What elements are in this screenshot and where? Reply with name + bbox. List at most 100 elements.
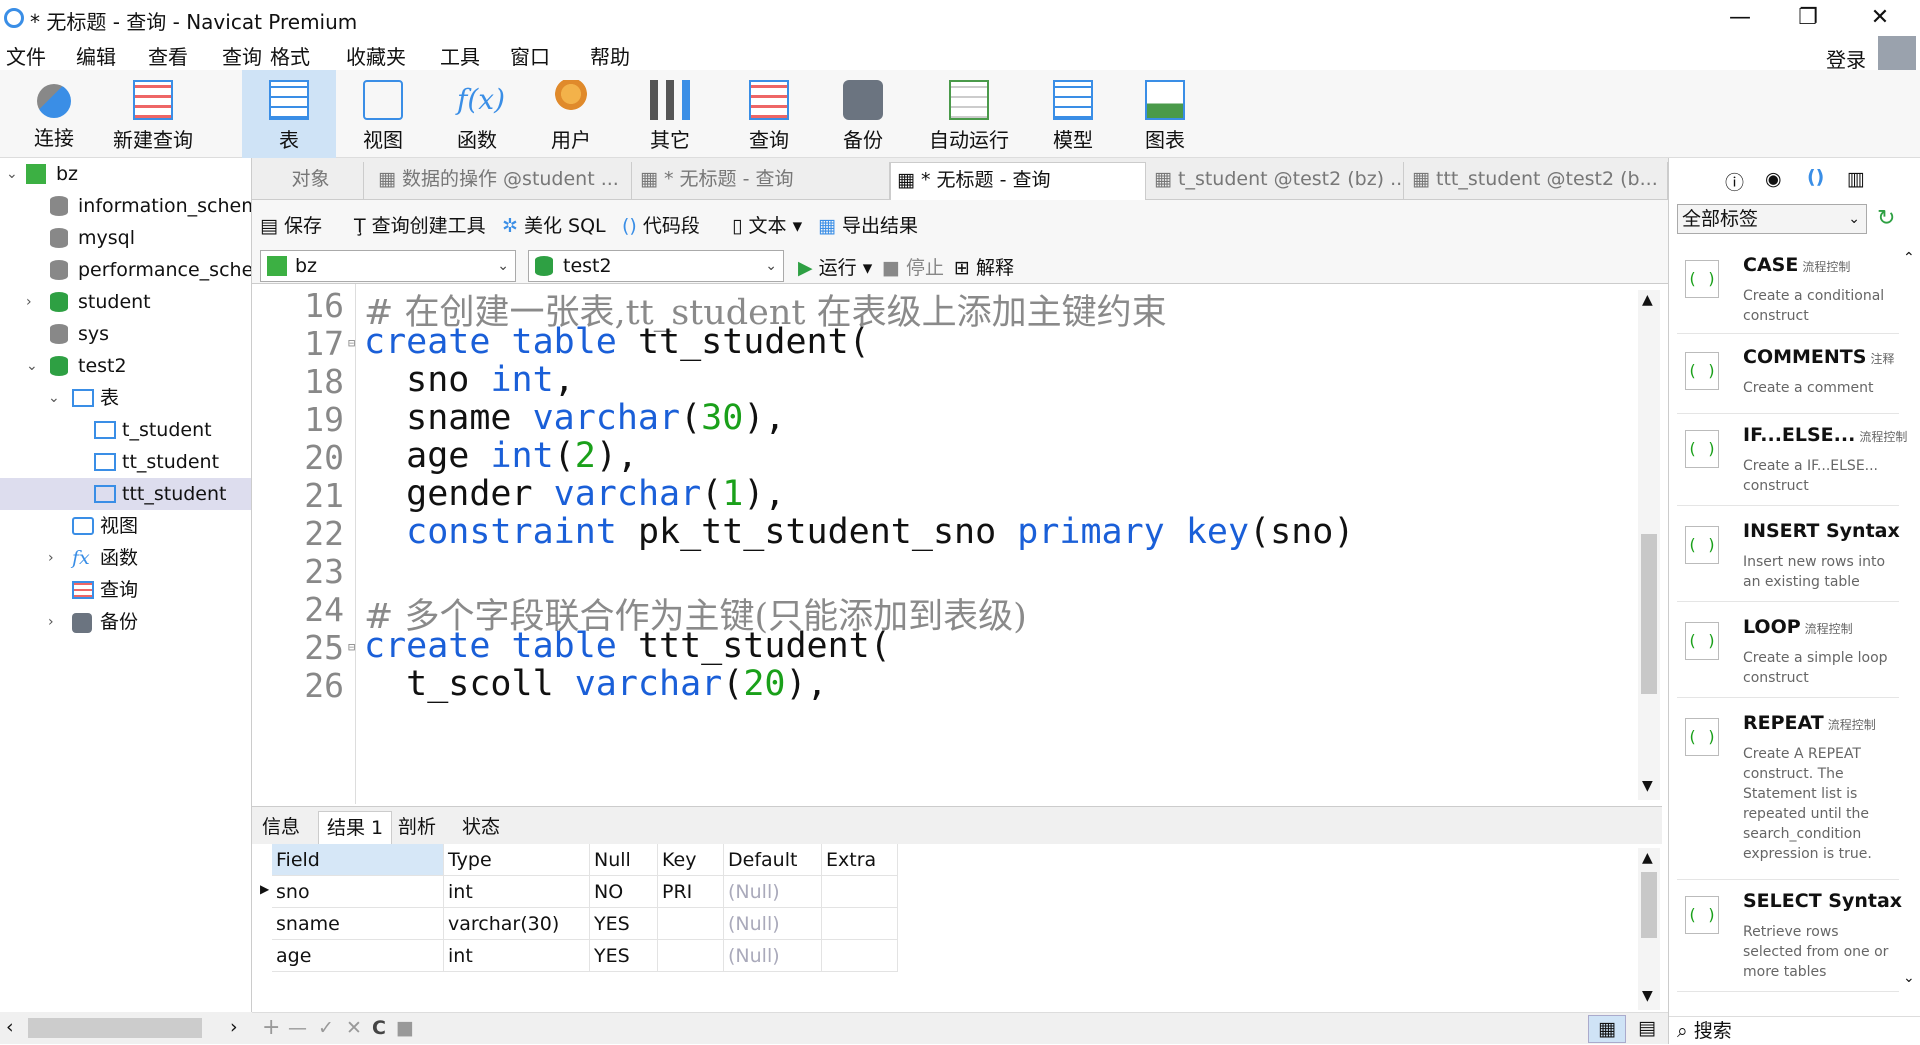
table-cell[interactable]: (Null) [724, 876, 822, 908]
scroll-thumb[interactable] [1641, 534, 1657, 694]
scroll-thumb[interactable] [1641, 872, 1657, 938]
table-cell[interactable]: int [444, 940, 590, 972]
scroll-down-icon[interactable]: ▼ [1642, 988, 1653, 1004]
view-button[interactable]: 视图 [346, 70, 420, 158]
snippet-loop[interactable]: ( ) LOOP 流程控制 Create a simple loop constr… [1677, 608, 1899, 698]
layout-icon[interactable]: ▥ [1847, 168, 1865, 190]
tree-node-views[interactable]: 视图 [0, 510, 251, 542]
stop-button[interactable]: ■ [396, 1017, 414, 1039]
menu-window[interactable]: 窗口 [510, 41, 550, 70]
tree-node-bz[interactable]: ⌄ bz [0, 158, 251, 190]
tab-ttt-student[interactable]: ▦ ttt_student @test2 (b... [1406, 162, 1668, 200]
model-button[interactable]: 模型 [1036, 70, 1110, 158]
tree-node-student[interactable]: › student [0, 286, 251, 318]
menu-help[interactable]: 帮助 [590, 41, 630, 70]
table-cell[interactable] [658, 940, 724, 972]
snippet-select[interactable]: ( ) SELECT Syntax Retrieve rows selected… [1677, 882, 1902, 992]
column-header-field[interactable]: Field [272, 844, 444, 876]
menu-edit[interactable]: 编辑 [76, 41, 116, 70]
column-header-type[interactable]: Type [444, 844, 590, 876]
delete-row-button[interactable]: — [288, 1017, 307, 1039]
snippet-repeat[interactable]: ( ) REPEAT 流程控制 Create A REPEAT construct… [1677, 704, 1899, 880]
table-cell[interactable] [822, 940, 898, 972]
snippet-if-else[interactable]: ( ) IF...ELSE... 流程控制 Create a IF...ELSE.… [1677, 416, 1907, 506]
query-builder-button[interactable]: Ţ 查询创建工具 [354, 211, 486, 238]
add-snippet-icon[interactable]: ↻ [1877, 206, 1895, 231]
tab-t-student[interactable]: ▦ t_student @test2 (bz) ... [1148, 162, 1404, 200]
column-header-key[interactable]: Key [658, 844, 724, 876]
menu-file[interactable]: 文件 [6, 41, 46, 70]
scroll-left-icon[interactable]: ‹ [6, 1016, 14, 1038]
table-cell[interactable]: YES [590, 940, 658, 972]
table-cell[interactable] [822, 876, 898, 908]
tree-node-tables[interactable]: ⌄ 表 [0, 382, 251, 414]
tab-result-1[interactable]: 结果 1 [318, 811, 393, 845]
table-button[interactable]: 表 [242, 70, 336, 158]
tree-node-performance-schema[interactable]: performance_sche [0, 254, 251, 286]
query-button[interactable]: 查询 [732, 70, 806, 158]
automation-button[interactable]: 自动运行 [916, 70, 1022, 158]
info-icon[interactable]: ⓘ [1725, 168, 1744, 195]
editor-scrollbar[interactable]: ▲ ▼ [1638, 290, 1660, 800]
result-grid[interactable]: Field Type Null Key Default Extra ▶ sno … [252, 844, 1662, 1012]
minimize-button[interactable]: — [1712, 2, 1768, 34]
snippet-insert[interactable]: ( ) INSERT Syntax Insert new rows into a… [1677, 512, 1900, 602]
stop-button[interactable]: ■ 停止 [882, 253, 944, 280]
scroll-up-icon[interactable]: ⌃ [1903, 250, 1915, 266]
grid-scrollbar[interactable]: ▲ ▼ [1638, 848, 1660, 1010]
table-cell[interactable]: PRI [658, 876, 724, 908]
table-cell[interactable] [822, 908, 898, 940]
snippet-case[interactable]: ( ) CASE 流程控制 Create a conditional constr… [1677, 246, 1899, 334]
connection-select[interactable]: bz ⌄ [260, 250, 516, 282]
menu-favorites[interactable]: 收藏夹 [346, 41, 406, 70]
table-cell[interactable]: (Null) [724, 908, 822, 940]
maximize-button[interactable]: ❐ [1780, 2, 1836, 34]
form-view-icon[interactable]: ▤ [1632, 1015, 1662, 1043]
table-cell[interactable]: age [272, 940, 444, 972]
table-cell[interactable]: sname [272, 908, 444, 940]
export-results-button[interactable]: ▦ 导出结果 [818, 211, 918, 238]
apply-button[interactable]: ✓ [318, 1017, 334, 1039]
chevron-down-icon[interactable]: ⌄ [6, 158, 20, 190]
tree-node-functions[interactable]: › fx 函数 [0, 542, 251, 574]
function-button[interactable]: f(x) 函数 [440, 70, 514, 158]
tree-scrollbar[interactable]: ‹ › [0, 1012, 252, 1044]
table-cell[interactable]: int [444, 876, 590, 908]
table-cell[interactable]: NO [590, 876, 658, 908]
tree-node-sys[interactable]: sys [0, 318, 251, 350]
text-button[interactable]: ▯ 文本 ▾ [732, 211, 802, 238]
tree-node-queries[interactable]: 查询 [0, 574, 251, 606]
tab-student-data[interactable]: ▦ 数据的操作 @student ... [372, 162, 632, 200]
tab-untitled-query-1[interactable]: ▦ * 无标题 - 查询 [634, 162, 890, 200]
tag-select[interactable]: 全部标签 ⌄ [1677, 204, 1867, 234]
menu-query[interactable]: 查询 [222, 41, 262, 70]
other-button[interactable]: 其它 [630, 70, 710, 158]
run-button[interactable]: ▶ 运行 ▾ [798, 253, 872, 280]
cancel-edit-button[interactable]: ✕ [346, 1017, 362, 1039]
scroll-up-icon[interactable]: ▲ [1642, 292, 1653, 308]
add-row-button[interactable]: + [262, 1015, 280, 1040]
connect-button[interactable]: 连接 [14, 70, 94, 158]
menu-view[interactable]: 查看 [148, 41, 188, 70]
table-cell[interactable]: (Null) [724, 940, 822, 972]
grid-view-icon[interactable]: ▦ [1588, 1015, 1626, 1043]
column-header-null[interactable]: Null [590, 844, 658, 876]
chart-button[interactable]: 图表 [1128, 70, 1202, 158]
tab-status[interactable]: 状态 [454, 811, 508, 845]
menu-tools[interactable]: 工具 [440, 41, 480, 70]
scroll-up-icon[interactable]: ▲ [1642, 850, 1653, 866]
tree-node-test2[interactable]: ⌄ test2 [0, 350, 251, 382]
explain-button[interactable]: ⊞ 解释 [954, 253, 1014, 280]
tree-node-backups[interactable]: › 备份 [0, 606, 251, 638]
tab-info[interactable]: 信息 [254, 811, 308, 845]
snippet-comments[interactable]: ( ) COMMENTS 注释 Create a comment [1677, 338, 1899, 414]
tree-node-tt-student[interactable]: tt_student [0, 446, 251, 478]
column-header-extra[interactable]: Extra [822, 844, 898, 876]
table-cell[interactable]: YES [590, 908, 658, 940]
new-query-button[interactable]: 新建查询 [108, 70, 198, 158]
close-button[interactable]: ✕ [1852, 2, 1908, 34]
user-button[interactable]: 用户 [534, 70, 608, 158]
scroll-down-icon[interactable]: ▼ [1642, 778, 1653, 794]
login-link[interactable]: 登录 [1826, 44, 1866, 73]
chevron-right-icon[interactable]: › [48, 606, 62, 638]
